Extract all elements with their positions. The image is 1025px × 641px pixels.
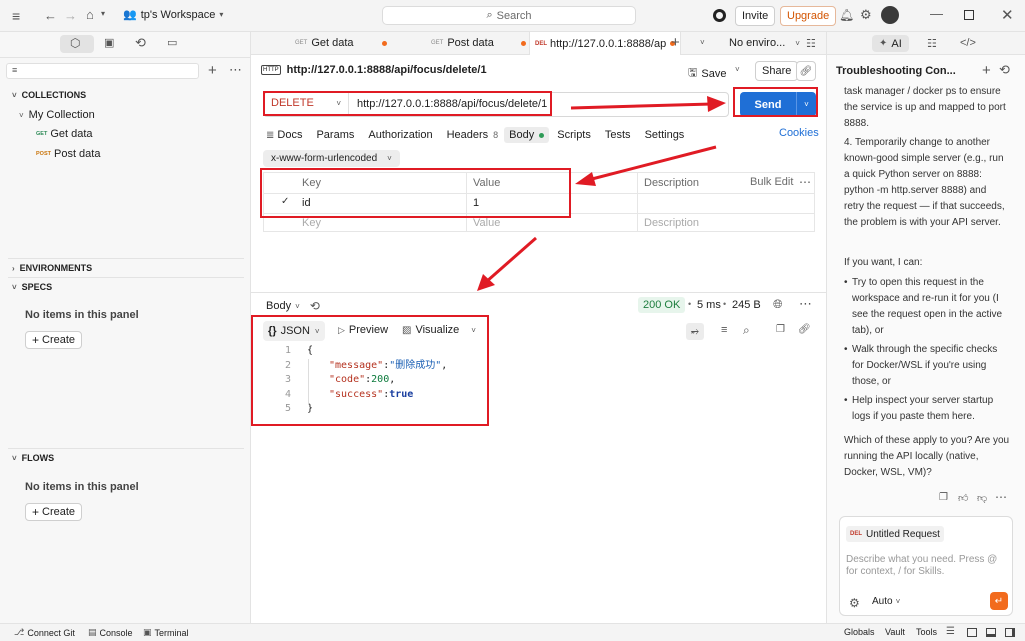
annotation-arrows	[477, 96, 726, 291]
arrowhead	[575, 172, 596, 186]
arrow-to-params	[587, 145, 717, 182]
arrowhead	[707, 96, 726, 112]
arrow-to-send	[570, 102, 713, 110]
arrow-to-response	[485, 236, 537, 284]
